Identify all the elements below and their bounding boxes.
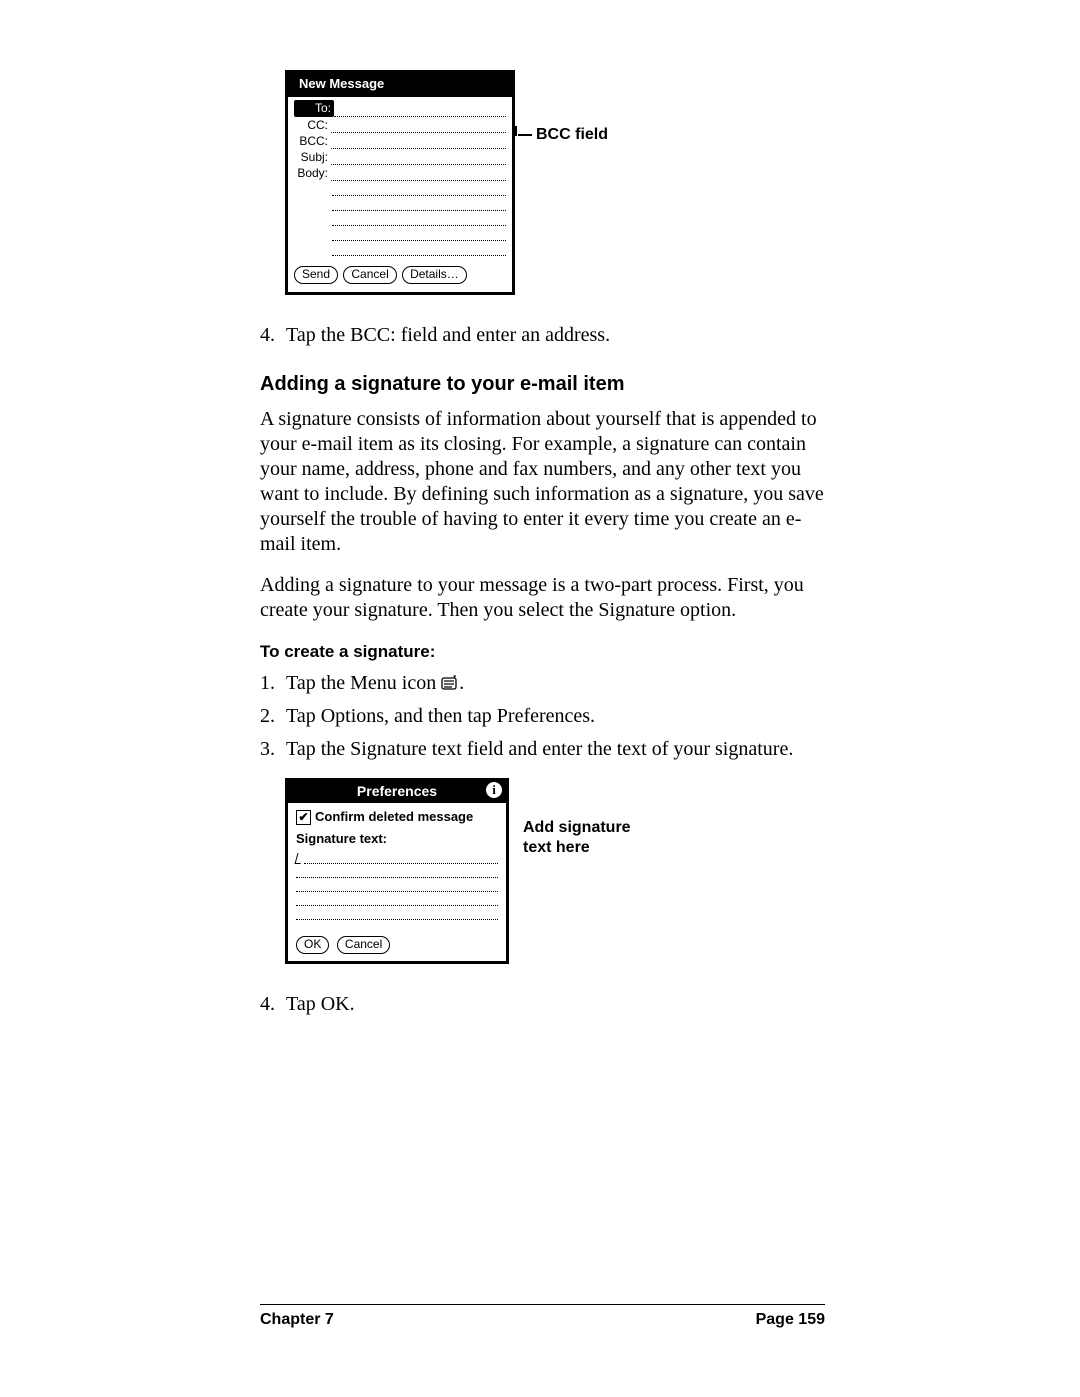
label-body: Body:	[294, 166, 331, 181]
pda-title: New Message	[294, 75, 389, 94]
send-button[interactable]: Send	[294, 266, 338, 284]
step-number: 1.	[260, 671, 286, 696]
callout-line1: Add signature	[523, 818, 631, 838]
input-body[interactable]	[331, 170, 506, 181]
paragraph-two-part: Adding a signature to your message is a …	[260, 573, 825, 623]
step-text: Tap the BCC: field and enter an address.	[286, 323, 825, 348]
page-footer: Chapter 7 Page 159	[90, 1304, 990, 1329]
signature-line[interactable]	[296, 906, 498, 920]
step-b1: 1. Tap the Menu icon .	[260, 671, 825, 696]
heading-adding-signature: Adding a signature to your e-mail item	[260, 372, 825, 397]
footer-chapter: Chapter 7	[260, 1311, 334, 1329]
callout-line2: text here	[523, 838, 631, 858]
pda-title-bar: Preferences i	[288, 781, 506, 804]
step-text: Tap OK.	[286, 992, 825, 1017]
paragraph-signature-description: A signature consists of information abou…	[260, 407, 825, 557]
signature-line-1[interactable]	[296, 850, 498, 864]
label-cc: CC:	[294, 118, 331, 133]
menu-icon	[441, 675, 459, 691]
step-b3: 3. Tap the Signature text field and ente…	[260, 737, 825, 762]
text-cursor-icon	[295, 853, 304, 864]
confirm-deleted-row[interactable]: ✔ Confirm deleted message	[296, 809, 498, 825]
step-number: 2.	[260, 704, 286, 729]
label-to: To:	[294, 100, 334, 117]
label-bcc: BCC:	[294, 134, 331, 149]
pda-preferences: Preferences i ✔ Confirm deleted message …	[285, 778, 509, 964]
callout-bcc: BCC field	[515, 125, 608, 145]
figure-new-message: New Message To: CC: BCC:	[260, 70, 825, 295]
info-icon[interactable]: i	[486, 782, 502, 798]
step-text: Tap the Menu icon .	[286, 671, 825, 696]
checkbox-checked-icon[interactable]: ✔	[296, 810, 311, 825]
callout-add-signature: Add signature text here	[523, 818, 631, 858]
step-4a: 4. Tap the BCC: field and enter an addre…	[260, 323, 825, 348]
step-number: 3.	[260, 737, 286, 762]
step-number: 4.	[260, 992, 286, 1017]
footer-rule	[260, 1304, 825, 1305]
subheading-create-signature: To create a signature:	[260, 641, 825, 662]
signature-line[interactable]	[296, 878, 498, 892]
signature-text-label: Signature text:	[296, 831, 498, 847]
step-4b: 4. Tap OK.	[260, 992, 825, 1017]
main-content: New Message To: CC: BCC:	[260, 70, 825, 1017]
figure-preferences: Preferences i ✔ Confirm deleted message …	[260, 778, 825, 964]
input-bcc[interactable]	[331, 138, 506, 149]
step-text: Tap Options, and then tap Preferences.	[286, 704, 825, 729]
pda-new-message: New Message To: CC: BCC:	[285, 70, 515, 295]
pda-title: Preferences	[357, 783, 437, 799]
confirm-deleted-label: Confirm deleted message	[315, 809, 473, 825]
pda-title-bar: New Message	[288, 73, 512, 97]
signature-line[interactable]	[296, 864, 498, 878]
signature-line[interactable]	[296, 892, 498, 906]
step-text: Tap the Signature text field and enter t…	[286, 737, 825, 762]
cancel-button[interactable]: Cancel	[337, 936, 390, 954]
footer-page-number: Page 159	[756, 1311, 825, 1329]
body-extra-lines[interactable]	[294, 181, 506, 256]
label-subj: Subj:	[294, 150, 331, 165]
ok-button[interactable]: OK	[296, 936, 329, 954]
input-cc[interactable]	[331, 122, 506, 133]
details-button[interactable]: Details…	[402, 266, 467, 284]
input-to[interactable]	[334, 106, 506, 117]
callout-bcc-label: BCC field	[536, 125, 608, 145]
input-subj[interactable]	[331, 154, 506, 165]
step-b2: 2. Tap Options, and then tap Preferences…	[260, 704, 825, 729]
cancel-button[interactable]: Cancel	[343, 266, 396, 284]
step-number: 4.	[260, 323, 286, 348]
page: New Message To: CC: BCC:	[0, 0, 1080, 1397]
